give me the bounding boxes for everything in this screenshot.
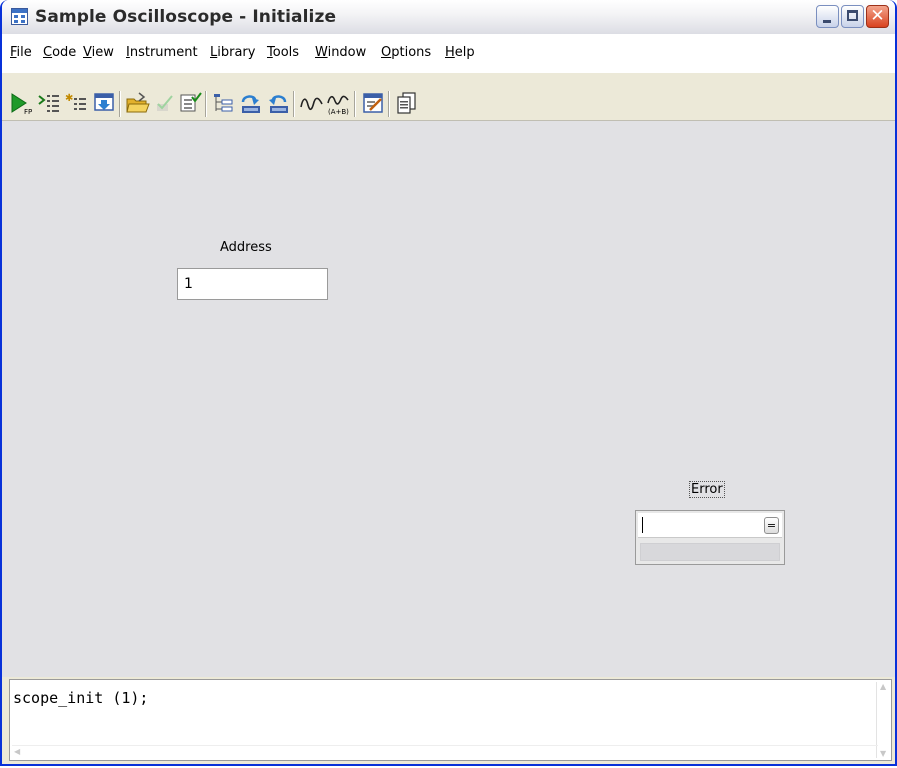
scroll-up-icon[interactable]: ▲ <box>880 682 886 691</box>
error-description-area <box>640 543 780 561</box>
toolbar-separator <box>293 91 295 117</box>
menu-options[interactable]: Options <box>381 45 431 60</box>
menu-library[interactable]: Library <box>210 45 255 60</box>
svg-text:✱: ✱ <box>65 93 73 104</box>
close-button[interactable]: ✕ <box>866 5 889 28</box>
menu-tools[interactable]: Tools <box>267 45 299 60</box>
menu-file[interactable]: File <box>10 45 32 60</box>
window-title: Sample Oscilloscope - Initialize <box>35 7 337 27</box>
window-icon <box>11 8 28 25</box>
menu-code[interactable]: Code <box>43 45 76 60</box>
toolbar-separator <box>119 91 121 117</box>
download-icon[interactable] <box>267 92 289 114</box>
scroll-down-icon[interactable]: ▼ <box>880 749 886 758</box>
close-icon: ✕ <box>870 6 885 26</box>
goto-icon[interactable] <box>93 92 115 114</box>
error-label: Error <box>689 481 725 498</box>
menu-instrument[interactable]: Instrument <box>126 45 198 60</box>
code-pane[interactable]: scope_init (1); ▲ ▼ ◀ <box>9 679 892 761</box>
maximize-icon <box>847 10 858 21</box>
svg-text:FP: FP <box>24 108 32 116</box>
horizontal-scrollbar[interactable]: ◀ <box>12 745 878 759</box>
menu-help[interactable]: Help <box>445 45 475 60</box>
add-variable-icon[interactable]: ✱ <box>64 92 86 114</box>
minimize-button[interactable] <box>816 5 839 28</box>
vertical-scrollbar[interactable]: ▲ ▼ <box>876 682 890 758</box>
function-call-text: scope_init (1); <box>13 689 149 707</box>
address-input[interactable]: 1 <box>177 268 328 300</box>
edit-checked-icon[interactable] <box>154 92 176 114</box>
address-label: Address <box>220 240 272 255</box>
menu-bar: File Code View Instrument Library Tools … <box>2 45 895 73</box>
tree-view-icon[interactable] <box>212 92 234 114</box>
error-control: = <box>635 510 785 565</box>
scroll-left-icon[interactable]: ◀ <box>14 747 20 756</box>
menu-view[interactable]: View <box>83 45 114 60</box>
upload-icon[interactable] <box>239 92 261 114</box>
waveform-icon[interactable] <box>300 92 323 114</box>
application-window: Sample Oscilloscope - Initialize ✕ File … <box>0 0 897 766</box>
title-bar[interactable]: Sample Oscilloscope - Initialize ✕ <box>2 0 895 35</box>
toolbar: FP ✱ (A+B) <box>2 82 895 121</box>
run-icon[interactable]: FP <box>10 92 32 116</box>
text-caret <box>642 517 643 533</box>
toolbar-separator <box>388 91 390 117</box>
toolbar-spacer <box>2 73 895 82</box>
maximize-button[interactable] <box>841 5 864 28</box>
front-panel <box>2 121 895 677</box>
add-function-icon[interactable] <box>38 92 60 114</box>
minimize-icon <box>823 20 831 23</box>
check-list-icon[interactable] <box>179 92 202 114</box>
toolbar-separator <box>205 91 207 117</box>
toolbar-separator <box>354 91 356 117</box>
menu-window[interactable]: Window <box>315 45 366 60</box>
error-input[interactable]: = <box>638 513 782 538</box>
open-folder-icon[interactable] <box>126 92 150 114</box>
copy-icon[interactable] <box>395 92 417 114</box>
error-expand-button[interactable]: = <box>764 517 779 534</box>
edit-panel-icon[interactable] <box>362 92 384 114</box>
waveform-ab-icon[interactable]: (A+B) <box>326 92 349 116</box>
svg-text:(A+B): (A+B) <box>328 108 349 116</box>
